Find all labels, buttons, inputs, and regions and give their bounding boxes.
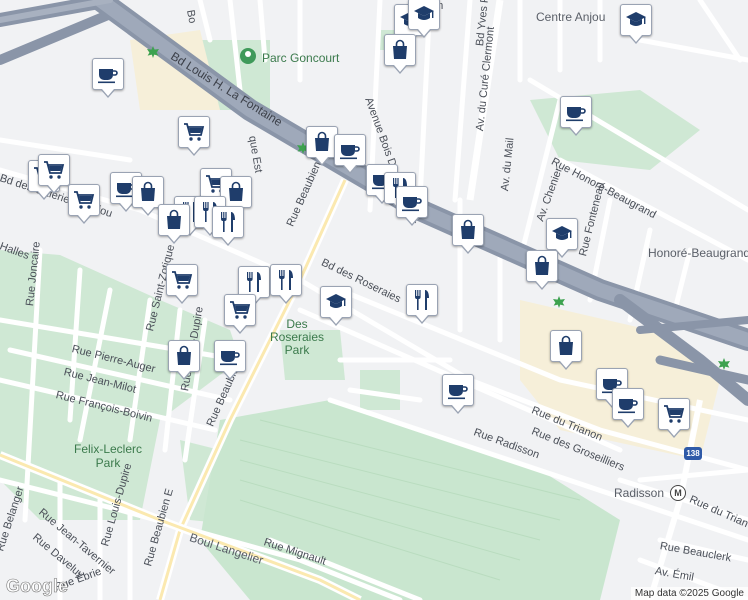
street-label-rue-bo: Bo <box>184 8 199 25</box>
street-label-centre-anjou: Centre Anjou <box>536 10 606 24</box>
poi-pin-education[interactable] <box>408 0 440 38</box>
poi-pin-shopping[interactable] <box>384 34 416 74</box>
map-canvas[interactable]: Bd Louis H. La Fontaine Parc Goncourt Av… <box>0 0 748 600</box>
poi-pin-shopping[interactable] <box>168 340 200 380</box>
poi-pin-grocery[interactable] <box>166 264 198 304</box>
street-label-radisson: Radisson <box>614 486 665 500</box>
poi-pin-cafe[interactable] <box>92 58 124 98</box>
poi-pin-cafe[interactable] <box>334 134 366 174</box>
google-logo: Google <box>6 576 69 597</box>
poi-pin-grocery[interactable] <box>224 294 256 334</box>
poi-pin-shopping[interactable] <box>158 204 190 244</box>
poi-pin-cafe[interactable] <box>396 186 428 226</box>
poi-pin-grocery[interactable] <box>38 154 70 194</box>
poi-pin-cafe[interactable] <box>560 96 592 136</box>
metro-station-icon[interactable]: M <box>670 485 686 501</box>
street-label-des-roseraies-park: Des Roseraies Park <box>269 317 325 357</box>
poi-pin-education[interactable] <box>620 4 652 44</box>
poi-pin-restaurant[interactable] <box>406 284 438 324</box>
street-label-felix-leclerc-park: Felix-Leclerc Park <box>73 442 142 470</box>
poi-pin-cafe[interactable] <box>612 388 644 428</box>
poi-pin-shopping[interactable] <box>452 214 484 254</box>
park-marker-icon <box>240 48 256 64</box>
street-label-parc-goncourt: Parc Goncourt <box>262 51 340 65</box>
route-138-badge: 138 <box>684 447 702 460</box>
poi-pin-shopping[interactable] <box>526 250 558 290</box>
street-label-honore-beaugrand: Honoré-Beaugrand <box>648 246 748 260</box>
poi-pin-restaurant[interactable] <box>270 264 302 304</box>
map-attribution: Map data ©2025 Google <box>630 587 748 600</box>
poi-pin-shopping[interactable] <box>550 330 582 370</box>
poi-pin-cafe[interactable] <box>442 374 474 414</box>
poi-pin-grocery[interactable] <box>658 398 690 438</box>
poi-pin-restaurant[interactable] <box>212 206 244 246</box>
poi-pin-education[interactable] <box>320 286 352 326</box>
poi-pin-grocery[interactable] <box>68 184 100 224</box>
poi-pin-grocery[interactable] <box>178 116 210 156</box>
poi-pin-education[interactable] <box>546 218 578 258</box>
poi-pin-cafe[interactable] <box>214 340 246 380</box>
